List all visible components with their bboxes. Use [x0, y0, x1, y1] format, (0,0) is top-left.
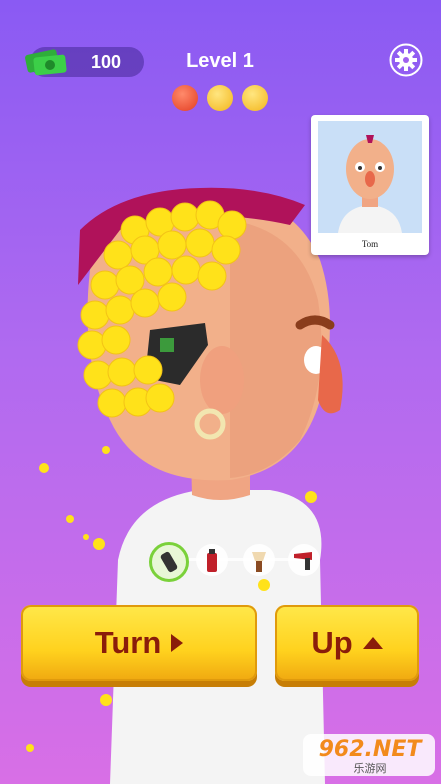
up-button[interactable]: Up: [275, 605, 419, 681]
watermark-text: 962.NET: [318, 737, 422, 762]
hair-dryer-tool-button[interactable]: [288, 544, 320, 576]
angry-face-icon: [172, 85, 198, 111]
reference-name: Tom: [361, 239, 379, 249]
turn-button-label: Turn: [94, 625, 162, 660]
arrow-right-icon: [171, 634, 184, 652]
clipper-icon: [160, 551, 178, 573]
gear-icon[interactable]: [389, 43, 423, 77]
brush-icon: [252, 552, 266, 572]
nose: [318, 335, 343, 414]
cash-amount: 100: [90, 52, 122, 72]
level-label: Level 1: [186, 50, 254, 72]
grinning-face-icon: [207, 85, 233, 111]
eyebrow: [295, 315, 335, 330]
watermark-subtext: 乐游网: [353, 762, 387, 775]
clipper-tool-button[interactable]: [149, 542, 189, 582]
spray-can-icon: [207, 549, 217, 572]
arrow-up-icon: [362, 637, 383, 649]
cash-stack-icon: [25, 49, 67, 76]
hair-dryer-icon: [294, 552, 312, 570]
character-ear: [200, 346, 244, 414]
turn-button[interactable]: Turn: [21, 605, 257, 681]
reference-photo: [318, 121, 422, 233]
grinning-face-icon: [242, 85, 268, 111]
brush-tool-button[interactable]: [243, 544, 275, 576]
up-button-label: Up: [311, 625, 353, 660]
spray-can-tool-button[interactable]: [196, 544, 228, 576]
